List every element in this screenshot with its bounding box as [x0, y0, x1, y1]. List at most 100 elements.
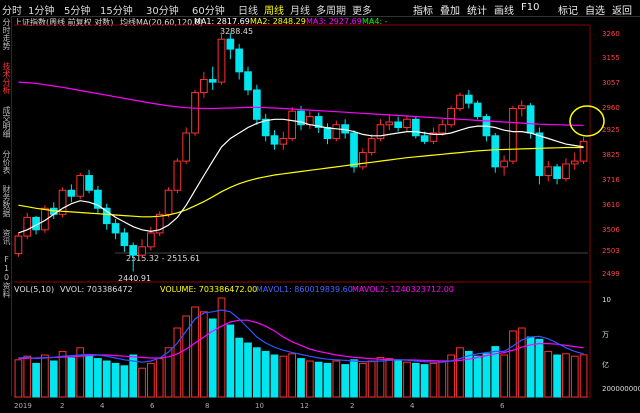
candle-body	[350, 132, 358, 168]
candle-body	[76, 175, 85, 197]
volume-bar	[385, 358, 394, 398]
candle-body	[562, 163, 570, 179]
volume-bar	[341, 364, 350, 398]
candle-body	[570, 160, 579, 165]
candle-body	[129, 245, 138, 256]
volume-bar	[164, 347, 173, 398]
volume-bar	[279, 355, 288, 398]
candle-body	[200, 79, 208, 94]
candle-body	[164, 189, 173, 215]
volume-bar	[252, 347, 261, 398]
volume-bar	[305, 360, 314, 398]
volume-bar	[367, 360, 376, 398]
volume-bar	[226, 324, 235, 398]
candle-body	[376, 124, 385, 140]
volume-bar	[323, 362, 332, 398]
volume-bar	[482, 353, 491, 398]
volume-bar	[23, 355, 32, 398]
volume-bar	[120, 365, 129, 398]
candle-body	[517, 105, 526, 109]
kline-chart[interactable]	[0, 0, 640, 413]
candle-body	[208, 79, 217, 83]
volume-bar	[411, 362, 420, 398]
candle-body	[456, 94, 464, 109]
candle-body	[491, 135, 500, 168]
candle-body	[394, 121, 402, 128]
volume-bar	[420, 364, 429, 398]
candle-body	[147, 232, 155, 248]
volume-bar	[288, 353, 297, 398]
volume-bar	[456, 347, 464, 398]
volume-bar	[500, 354, 508, 398]
volume-bar	[244, 342, 252, 398]
highlight-circle	[569, 105, 605, 137]
volume-bar	[41, 354, 49, 398]
volume-bar	[235, 337, 244, 398]
candle-body	[403, 118, 411, 128]
candle-body	[120, 232, 129, 247]
candle-body	[579, 140, 588, 162]
volume-bar	[102, 360, 111, 398]
candle-body	[411, 118, 420, 137]
volume-bar	[358, 362, 367, 398]
candle-body	[323, 126, 332, 140]
volume-bar	[200, 311, 208, 398]
volume-bar	[570, 355, 579, 398]
candle-body	[279, 138, 288, 145]
candle-body	[252, 89, 261, 120]
volume-bar	[138, 367, 146, 398]
volume-bar	[509, 330, 517, 398]
candle-body	[420, 135, 429, 142]
volume-bar	[544, 350, 553, 398]
candle-body	[173, 160, 182, 191]
candle-body	[102, 207, 111, 225]
volume-bar	[297, 358, 305, 398]
volume-bar	[350, 359, 358, 398]
volume-bar	[579, 354, 588, 398]
candle-body	[182, 132, 191, 162]
volume-bar	[49, 360, 58, 398]
volume-bar	[58, 350, 67, 398]
volume-bar	[94, 358, 102, 398]
volume-bar	[191, 306, 199, 398]
candle-body	[544, 166, 553, 177]
candle-body	[526, 105, 535, 134]
candle-body	[111, 223, 120, 234]
volume-bar	[111, 362, 120, 398]
candle-body	[14, 235, 23, 255]
volume-bar	[562, 353, 570, 398]
volume-bar	[429, 362, 438, 398]
candle-body	[438, 124, 447, 134]
volume-bar	[394, 360, 402, 398]
candle-body	[288, 110, 297, 140]
candle-body	[509, 107, 517, 162]
volume-bar	[376, 356, 385, 398]
candle-body	[23, 216, 32, 237]
candle-body	[138, 246, 146, 256]
candle-body	[235, 48, 244, 73]
candle-body	[367, 138, 376, 154]
volume-bar	[155, 358, 164, 398]
candle-body	[226, 38, 235, 50]
volume-bar	[217, 297, 226, 398]
candle-body	[473, 102, 482, 118]
candle-body	[358, 152, 367, 168]
candle-body	[332, 124, 341, 140]
volume-bar	[261, 350, 270, 398]
volume-bar	[553, 354, 561, 398]
volume-bar	[14, 359, 23, 398]
volume-bar	[270, 354, 279, 398]
volume-bar	[173, 327, 182, 398]
candle-body	[270, 135, 279, 145]
volume-bar	[32, 362, 40, 398]
volume-bar	[332, 360, 341, 398]
volume-bar	[147, 362, 155, 398]
candle-body	[244, 71, 252, 91]
candle-body	[191, 92, 199, 134]
volume-bar	[517, 327, 526, 398]
candle-body	[67, 189, 76, 197]
candle-body	[85, 175, 93, 191]
volume-bar	[438, 360, 447, 398]
volume-bar	[473, 355, 482, 398]
volume-bar	[67, 357, 76, 398]
